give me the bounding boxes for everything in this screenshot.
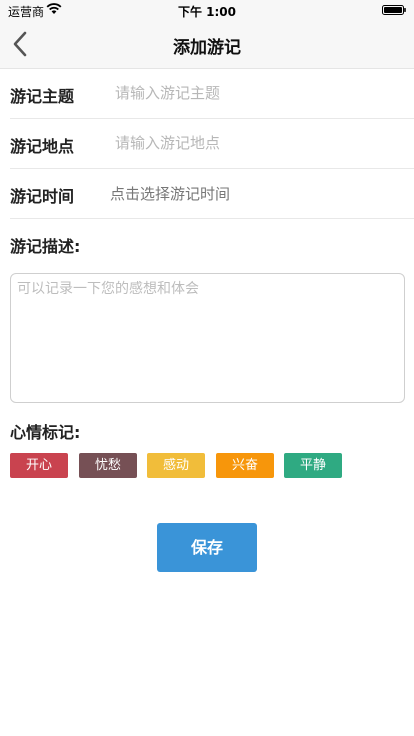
- location-input[interactable]: [115, 131, 395, 155]
- navigation-bar: 添加游记: [0, 20, 414, 69]
- mood-tag-excited[interactable]: 兴奋: [216, 453, 274, 478]
- mood-tag-sad[interactable]: 忧愁: [79, 453, 137, 478]
- status-bar: 运营商 下午 1:00: [0, 0, 414, 20]
- save-button[interactable]: 保存: [157, 523, 257, 572]
- time-row[interactable]: 游记时间 点击选择游记时间: [10, 169, 414, 219]
- time-label: 游记时间: [10, 187, 75, 206]
- mood-tag-calm[interactable]: 平静: [284, 453, 342, 478]
- location-label: 游记地点: [10, 137, 75, 156]
- topic-label: 游记主题: [10, 87, 75, 106]
- description-label: 游记描述:: [10, 237, 81, 256]
- page-title: 添加游记: [173, 38, 241, 58]
- time-picker[interactable]: 点击选择游记时间: [110, 183, 230, 204]
- battery-icon: [382, 5, 406, 15]
- clock-time: 下午 1:00: [177, 5, 237, 19]
- topic-input[interactable]: [115, 81, 395, 105]
- mood-tag-touched[interactable]: 感动: [147, 453, 205, 478]
- topic-row: 游记主题: [10, 69, 414, 119]
- mood-tag-happy[interactable]: 开心: [10, 453, 68, 478]
- mood-label: 心情标记:: [10, 423, 81, 442]
- location-row: 游记地点: [10, 119, 414, 169]
- description-textarea[interactable]: [10, 273, 405, 403]
